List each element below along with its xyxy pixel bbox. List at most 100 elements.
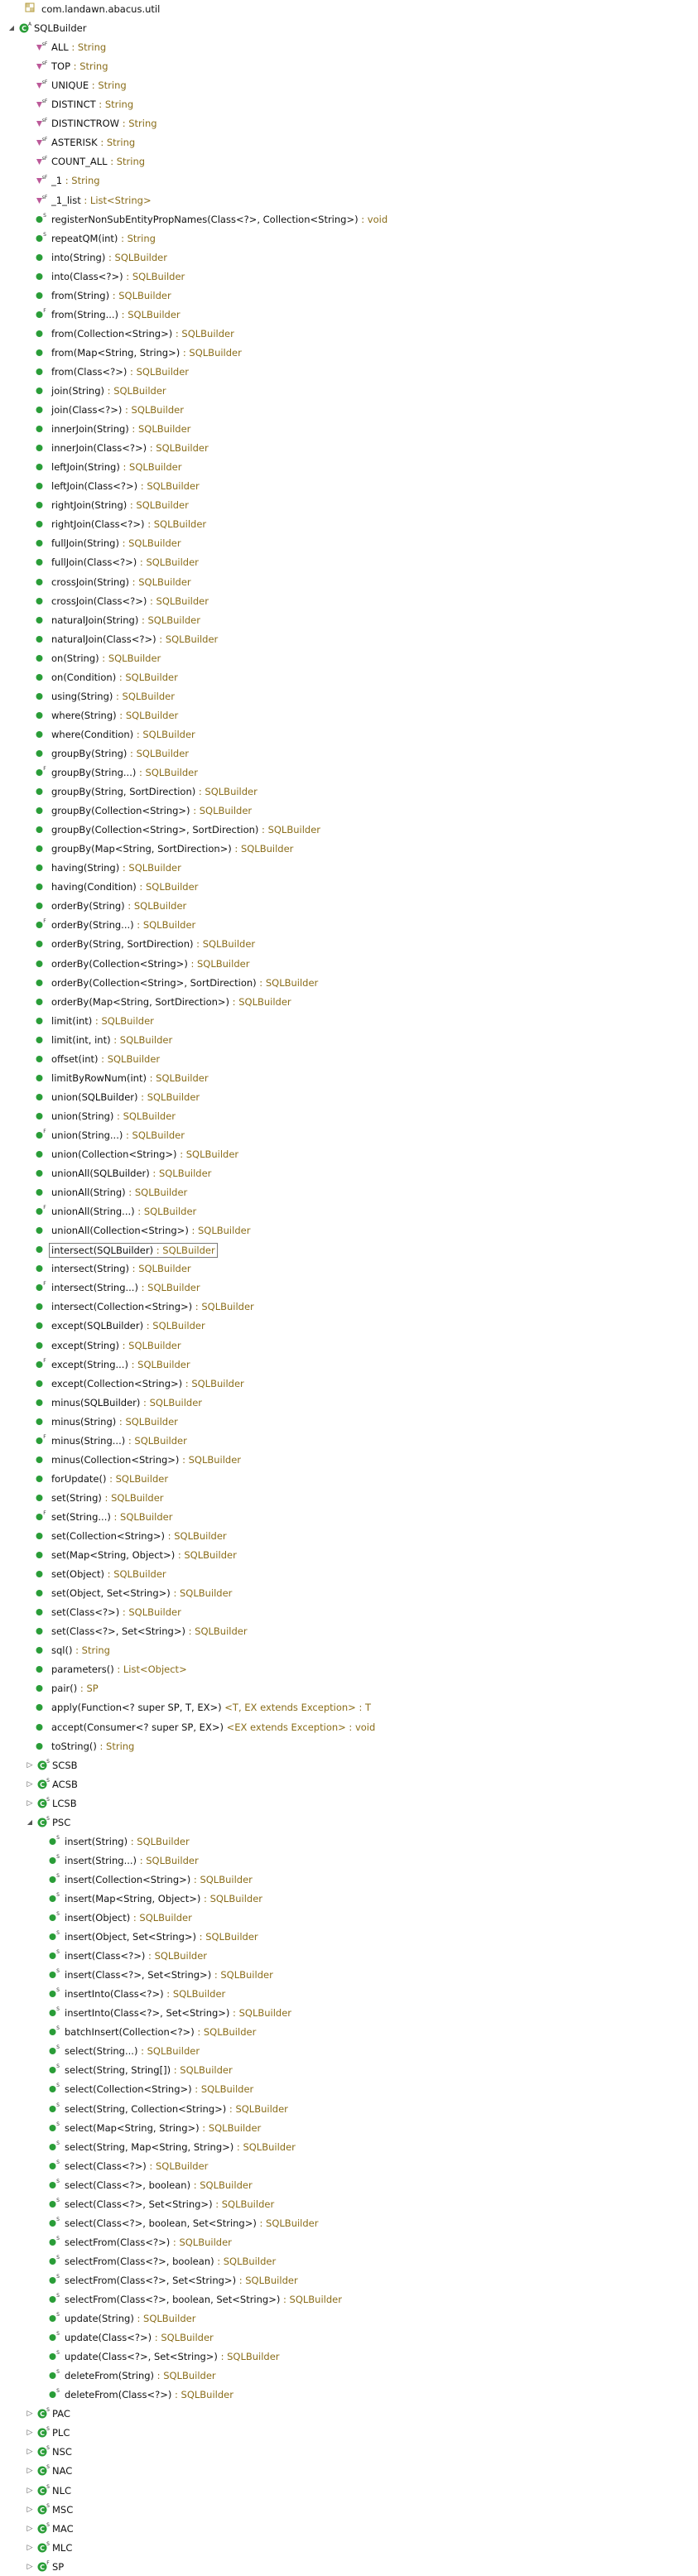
method-node[interactable]: pair() : SP: [0, 1679, 698, 1697]
method-node[interactable]: Sselect(Class<?>, boolean, Set<String>) …: [0, 2214, 698, 2232]
package-node[interactable]: com.landawn.abacus.util: [0, 0, 698, 18]
method-node[interactable]: set(String) : SQLBuilder: [0, 1489, 698, 1507]
method-node[interactable]: groupBy(String) : SQLBuilder: [0, 744, 698, 763]
expand-toggle-icon[interactable]: ▷: [25, 2446, 35, 2458]
expand-toggle-icon[interactable]: ▷: [25, 1760, 35, 1771]
method-node[interactable]: from(String) : SQLBuilder: [0, 286, 698, 305]
expand-toggle-icon[interactable]: ▷: [25, 2504, 35, 2516]
method-node[interactable]: into(Class<?>) : SQLBuilder: [0, 267, 698, 286]
method-node[interactable]: set(Map<String, Object>) : SQLBuilder: [0, 1546, 698, 1564]
method-node[interactable]: Sselect(String, String[]) : SQLBuilder: [0, 2061, 698, 2079]
method-node[interactable]: SrepeatQM(int) : String: [0, 229, 698, 248]
expand-toggle-icon[interactable]: ▷: [25, 2485, 35, 2497]
method-node[interactable]: SselectFrom(Class<?>, boolean) : SQLBuil…: [0, 2252, 698, 2270]
method-node[interactable]: on(Condition) : SQLBuilder: [0, 668, 698, 686]
method-node[interactable]: Sselect(String, Collection<String>) : SQ…: [0, 2100, 698, 2118]
method-node[interactable]: where(Condition) : SQLBuilder: [0, 725, 698, 744]
method-node[interactable]: forUpdate() : SQLBuilder: [0, 1470, 698, 1488]
method-node[interactable]: crossJoin(Class<?>) : SQLBuilder: [0, 592, 698, 610]
expand-toggle-icon[interactable]: ▷: [25, 2408, 35, 2420]
method-node[interactable]: Fintersect(String...) : SQLBuilder: [0, 1278, 698, 1297]
method-node[interactable]: SdeleteFrom(Class<?>) : SQLBuilder: [0, 2386, 698, 2404]
method-node[interactable]: into(String) : SQLBuilder: [0, 248, 698, 267]
field-node[interactable]: sF UNIQUE : String: [0, 76, 698, 94]
method-node[interactable]: unionAll(String) : SQLBuilder: [0, 1183, 698, 1201]
method-node[interactable]: leftJoin(String) : SQLBuilder: [0, 458, 698, 476]
method-node[interactable]: set(Object) : SQLBuilder: [0, 1565, 698, 1583]
method-node[interactable]: Sinsert(Collection<String>) : SQLBuilder: [0, 1871, 698, 1889]
class-node[interactable]: ▷ C S NAC: [0, 2462, 698, 2480]
method-node[interactable]: set(Class<?>, Set<String>) : SQLBuilder: [0, 1622, 698, 1640]
method-node[interactable]: from(Class<?>) : SQLBuilder: [0, 363, 698, 381]
method-node[interactable]: set(Collection<String>) : SQLBuilder: [0, 1527, 698, 1545]
method-node[interactable]: rightJoin(String) : SQLBuilder: [0, 496, 698, 514]
method-node[interactable]: SselectFrom(Class<?>, boolean, Set<Strin…: [0, 2290, 698, 2309]
method-node[interactable]: limit(int, int) : SQLBuilder: [0, 1031, 698, 1049]
method-node[interactable]: union(SQLBuilder) : SQLBuilder: [0, 1088, 698, 1106]
method-node[interactable]: join(Class<?>) : SQLBuilder: [0, 401, 698, 419]
method-node[interactable]: Sinsert(Object) : SQLBuilder: [0, 1909, 698, 1927]
method-node[interactable]: offset(int) : SQLBuilder: [0, 1050, 698, 1068]
method-node[interactable]: ForderBy(String...) : SQLBuilder: [0, 916, 698, 934]
method-node[interactable]: Fset(String...) : SQLBuilder: [0, 1508, 698, 1526]
method-node[interactable]: apply(Function<? super SP, T, EX>) <T, E…: [0, 1698, 698, 1717]
method-node[interactable]: minus(Collection<String>) : SQLBuilder: [0, 1451, 698, 1469]
method-node[interactable]: using(String) : SQLBuilder: [0, 687, 698, 705]
field-node[interactable]: sF COUNT_ALL : String: [0, 152, 698, 171]
method-node[interactable]: Sinsert(Object, Set<String>) : SQLBuilde…: [0, 1928, 698, 1946]
method-node[interactable]: Sinsert(Class<?>) : SQLBuilder: [0, 1947, 698, 1965]
class-node[interactable]: ▷ C F SP: [0, 2558, 698, 2576]
method-node[interactable]: rightJoin(Class<?>) : SQLBuilder: [0, 515, 698, 533]
method-node[interactable]: intersect(SQLBuilder) : SQLBuilder: [0, 1240, 698, 1259]
method-node[interactable]: orderBy(Collection<String>) : SQLBuilder: [0, 955, 698, 973]
method-node[interactable]: innerJoin(String) : SQLBuilder: [0, 420, 698, 438]
class-node[interactable]: ▷ C S MLC: [0, 2539, 698, 2557]
method-node[interactable]: sql() : String: [0, 1641, 698, 1659]
method-node[interactable]: orderBy(String, SortDirection) : SQLBuil…: [0, 935, 698, 953]
method-node[interactable]: groupBy(Collection<String>) : SQLBuilder: [0, 802, 698, 820]
method-node[interactable]: set(Class<?>) : SQLBuilder: [0, 1603, 698, 1621]
method-node[interactable]: groupBy(String, SortDirection) : SQLBuil…: [0, 782, 698, 801]
field-node[interactable]: sF DISTINCTROW : String: [0, 114, 698, 132]
method-node[interactable]: set(Object, Set<String>) : SQLBuilder: [0, 1584, 698, 1602]
class-node[interactable]: ◢ C A SQLBuilder: [0, 19, 698, 37]
method-node[interactable]: SinsertInto(Class<?>, Set<String>) : SQL…: [0, 2004, 698, 2022]
field-node[interactable]: sF DISTINCT : String: [0, 95, 698, 113]
method-node[interactable]: on(String) : SQLBuilder: [0, 649, 698, 667]
collapse-toggle-icon[interactable]: ◢: [25, 1817, 35, 1828]
method-node[interactable]: Sselect(String, Map<String, String>) : S…: [0, 2138, 698, 2156]
method-node[interactable]: crossJoin(String) : SQLBuilder: [0, 573, 698, 591]
method-node[interactable]: toString() : String: [0, 1737, 698, 1755]
method-node[interactable]: accept(Consumer<? super SP, EX>) <EX ext…: [0, 1718, 698, 1736]
method-node[interactable]: Sselect(Class<?>, boolean) : SQLBuilder: [0, 2176, 698, 2194]
method-node[interactable]: naturalJoin(Class<?>) : SQLBuilder: [0, 630, 698, 648]
class-node[interactable]: ▷ C S MAC: [0, 2520, 698, 2538]
method-node[interactable]: FgroupBy(String...) : SQLBuilder: [0, 763, 698, 782]
method-node[interactable]: minus(SQLBuilder) : SQLBuilder: [0, 1394, 698, 1412]
class-node[interactable]: ▷ C S PLC: [0, 2424, 698, 2442]
method-node[interactable]: Sinsert(Map<String, Object>) : SQLBuilde…: [0, 1890, 698, 1908]
method-node[interactable]: SbatchInsert(Collection<?>) : SQLBuilder: [0, 2023, 698, 2041]
method-node[interactable]: Sselect(Class<?>, Set<String>) : SQLBuil…: [0, 2195, 698, 2213]
class-node[interactable]: ▷ C S MSC: [0, 2501, 698, 2519]
method-node[interactable]: from(Collection<String>) : SQLBuilder: [0, 325, 698, 343]
method-node[interactable]: groupBy(Collection<String>, SortDirectio…: [0, 821, 698, 839]
method-node[interactable]: SdeleteFrom(String) : SQLBuilder: [0, 2367, 698, 2385]
method-node[interactable]: minus(String) : SQLBuilder: [0, 1413, 698, 1431]
method-node[interactable]: Supdate(Class<?>, Set<String>) : SQLBuil…: [0, 2347, 698, 2366]
method-node[interactable]: Sinsert(Class<?>, Set<String>) : SQLBuil…: [0, 1966, 698, 1984]
method-node[interactable]: except(String) : SQLBuilder: [0, 1336, 698, 1355]
method-node[interactable]: Supdate(Class<?>) : SQLBuilder: [0, 2328, 698, 2347]
method-node[interactable]: except(SQLBuilder) : SQLBuilder: [0, 1317, 698, 1335]
method-node[interactable]: SregisterNonSubEntityPropNames(Class<?>,…: [0, 210, 698, 229]
method-node[interactable]: Sselect(Class<?>) : SQLBuilder: [0, 2157, 698, 2175]
method-node[interactable]: except(Collection<String>) : SQLBuilder: [0, 1375, 698, 1393]
class-node[interactable]: ▷ C S NSC: [0, 2443, 698, 2461]
method-node[interactable]: Fexcept(String...) : SQLBuilder: [0, 1355, 698, 1374]
method-node[interactable]: Sinsert(String...) : SQLBuilder: [0, 1851, 698, 1870]
method-node[interactable]: FunionAll(String...) : SQLBuilder: [0, 1202, 698, 1221]
expand-toggle-icon[interactable]: ▷: [25, 1798, 35, 1809]
expand-toggle-icon[interactable]: ▷: [25, 2561, 35, 2573]
class-node[interactable]: ▷ C S ACSB: [0, 1775, 698, 1794]
method-node[interactable]: having(String) : SQLBuilder: [0, 859, 698, 877]
